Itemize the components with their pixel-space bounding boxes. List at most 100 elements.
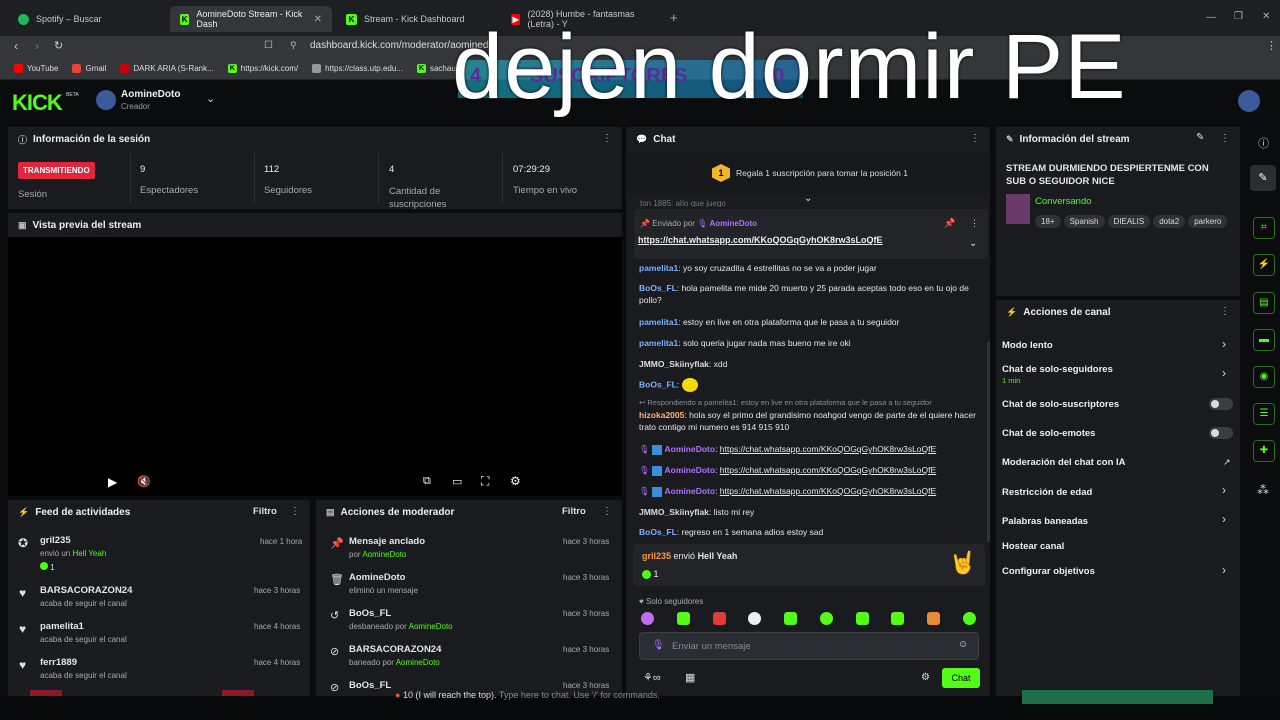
- gift-event-user[interactable]: gril235: [642, 551, 671, 561]
- kebab-icon[interactable]: ⋮: [290, 506, 300, 517]
- play-icon[interactable]: ▶: [108, 475, 117, 489]
- chat-link[interactable]: https://chat.whatsapp.com/KKoQOGqGyhOK8r…: [720, 444, 936, 454]
- action-slow-mode[interactable]: Modo lento: [1002, 340, 1053, 351]
- theater-icon[interactable]: ▭: [452, 475, 462, 488]
- kebab-icon[interactable]: ⋮: [1220, 133, 1230, 144]
- unpin-icon[interactable]: 📌: [944, 218, 955, 229]
- filter-button[interactable]: Filtro: [562, 506, 586, 517]
- feed-user[interactable]: pamelita1: [40, 621, 84, 632]
- back-icon[interactable]: ‹: [14, 39, 18, 53]
- wrench-icon[interactable]: ✚: [1253, 440, 1275, 462]
- action-followers-only[interactable]: Chat de solo-seguidores: [1002, 364, 1113, 375]
- bookmark-kick[interactable]: Khttps://kick.com/: [227, 64, 298, 73]
- action-host-channel[interactable]: Hostear canal: [1002, 541, 1064, 552]
- kebab-icon[interactable]: ⋮: [602, 133, 612, 144]
- emotes-only-toggle[interactable]: [1209, 427, 1233, 439]
- chat-user[interactable]: BoOs_FL: [639, 527, 677, 537]
- chat-user[interactable]: pamelita1: [639, 338, 678, 348]
- kebab-icon[interactable]: ⋮: [1220, 306, 1230, 317]
- bookmark-utp[interactable]: https://class.utp.edu...: [312, 64, 403, 73]
- chat-user[interactable]: BoOs_FL: [639, 379, 677, 389]
- chevron-down-icon[interactable]: ⌄: [804, 193, 812, 204]
- action-emotes-only[interactable]: Chat de solo-emotes: [1002, 428, 1095, 439]
- mod-user[interactable]: AomineDoto: [409, 622, 453, 631]
- chevron-right-icon[interactable]: ›: [1222, 337, 1226, 351]
- edit-icon[interactable]: ✎: [1196, 132, 1204, 143]
- forward-icon[interactable]: ›: [35, 39, 39, 53]
- tag[interactable]: dota2: [1153, 215, 1186, 228]
- chat-user[interactable]: pamelita1: [639, 263, 678, 273]
- emoji-icon[interactable]: ☺: [958, 639, 968, 650]
- mod-user[interactable]: AomineDoto: [396, 658, 440, 667]
- chat-bubble-icon[interactable]: ▬: [1253, 329, 1275, 351]
- settings-icon[interactable]: ⚙: [921, 672, 930, 683]
- chat-user[interactable]: AomineDoto: [665, 465, 716, 475]
- video-player[interactable]: [8, 237, 622, 496]
- action-subscribers-only[interactable]: Chat de solo-suscriptores: [1002, 399, 1119, 410]
- kebab-icon[interactable]: ⋮: [970, 218, 979, 229]
- avatar[interactable]: [96, 90, 116, 110]
- bookmark-gmail[interactable]: Gmail: [72, 64, 106, 73]
- emote-icon[interactable]: [784, 612, 797, 625]
- tag[interactable]: parkero: [1188, 215, 1228, 228]
- kebab-icon[interactable]: ⋮: [602, 506, 612, 517]
- chevron-right-icon[interactable]: ›: [1222, 483, 1226, 497]
- chat-user[interactable]: pamelita1: [639, 317, 678, 327]
- external-link-icon[interactable]: ↗: [1223, 457, 1231, 468]
- stack-icon[interactable]: ☰: [1253, 403, 1275, 425]
- tag[interactable]: Spanish: [1063, 215, 1105, 228]
- pinned-user[interactable]: AomineDoto: [710, 219, 758, 228]
- tag[interactable]: DIEALIS: [1107, 215, 1151, 228]
- send-chat-button[interactable]: Chat: [942, 668, 980, 688]
- emote-icon[interactable]: [927, 612, 940, 625]
- chevron-down-icon[interactable]: ⌄: [969, 238, 977, 249]
- chat-user[interactable]: AomineDoto: [665, 444, 716, 454]
- subscribers-only-toggle[interactable]: [1209, 398, 1233, 410]
- minimize-icon[interactable]: —: [1206, 12, 1216, 23]
- broadcast-icon[interactable]: ◉: [1253, 366, 1275, 388]
- chat-link[interactable]: https://chat.whatsapp.com/KKoQOGqGyhOK8r…: [720, 465, 936, 475]
- profile-avatar[interactable]: [1238, 90, 1260, 112]
- chevron-right-icon[interactable]: ›: [1222, 563, 1226, 577]
- action-banned-words[interactable]: Palabras baneadas: [1002, 516, 1088, 527]
- scrollbar[interactable]: [987, 342, 990, 542]
- tag[interactable]: 18+: [1035, 215, 1061, 228]
- category-thumbnail[interactable]: [1006, 194, 1030, 224]
- emote-icon[interactable]: [963, 612, 976, 625]
- action-ai-moderation[interactable]: Moderación del chat con IA: [1002, 457, 1126, 468]
- maximize-icon[interactable]: ❐: [1234, 11, 1243, 22]
- close-window-icon[interactable]: ✕: [1262, 11, 1270, 22]
- menu-icon[interactable]: ⋮: [1266, 39, 1277, 52]
- scan-icon[interactable]: ⌗: [1253, 217, 1275, 239]
- filter-button[interactable]: Filtro: [253, 506, 277, 517]
- fullscreen-icon[interactable]: ⛶: [481, 474, 489, 489]
- chat-user[interactable]: BoOs_FL: [639, 283, 677, 293]
- mod-user[interactable]: AomineDoto: [362, 550, 406, 559]
- edit-icon[interactable]: ✎: [1250, 165, 1276, 191]
- feed-user[interactable]: gril235: [40, 535, 71, 546]
- emote-icon[interactable]: [641, 612, 654, 625]
- kebab-icon[interactable]: ⋮: [970, 133, 980, 144]
- bookmark-youtube[interactable]: YouTube: [14, 64, 58, 73]
- chat-link[interactable]: https://chat.whatsapp.com/KKoQOGqGyhOK8r…: [720, 486, 936, 496]
- settings-icon[interactable]: ⚙: [510, 474, 521, 488]
- feed-user[interactable]: BARSACORAZON24: [40, 585, 132, 596]
- emote-icon[interactable]: [713, 612, 726, 625]
- category-name[interactable]: Conversando: [1035, 196, 1092, 207]
- feed-user[interactable]: ferr1889: [40, 657, 77, 668]
- gift-icon[interactable]: ⚘∞: [643, 671, 661, 684]
- mute-icon[interactable]: 🔇: [137, 475, 151, 488]
- emote-icon[interactable]: [856, 612, 869, 625]
- chat-user[interactable]: JMMO_Skiinyflak: [639, 359, 709, 369]
- site-info-icon[interactable]: ⚲: [290, 40, 297, 51]
- emote-icon[interactable]: [891, 612, 904, 625]
- close-icon[interactable]: ✕: [314, 14, 322, 25]
- emote-icon[interactable]: [748, 612, 761, 625]
- chat-input-placeholder[interactable]: Enviar un mensaje: [672, 641, 751, 652]
- channel-name[interactable]: AomineDoto: [121, 89, 180, 100]
- bolt-icon[interactable]: ⚡: [1253, 254, 1275, 276]
- store-icon[interactable]: ▦: [685, 671, 695, 684]
- kick-logo[interactable]: KICK: [12, 90, 63, 116]
- action-goals[interactable]: Configurar objetivos: [1002, 566, 1095, 577]
- chevron-right-icon[interactable]: ›: [1222, 366, 1226, 380]
